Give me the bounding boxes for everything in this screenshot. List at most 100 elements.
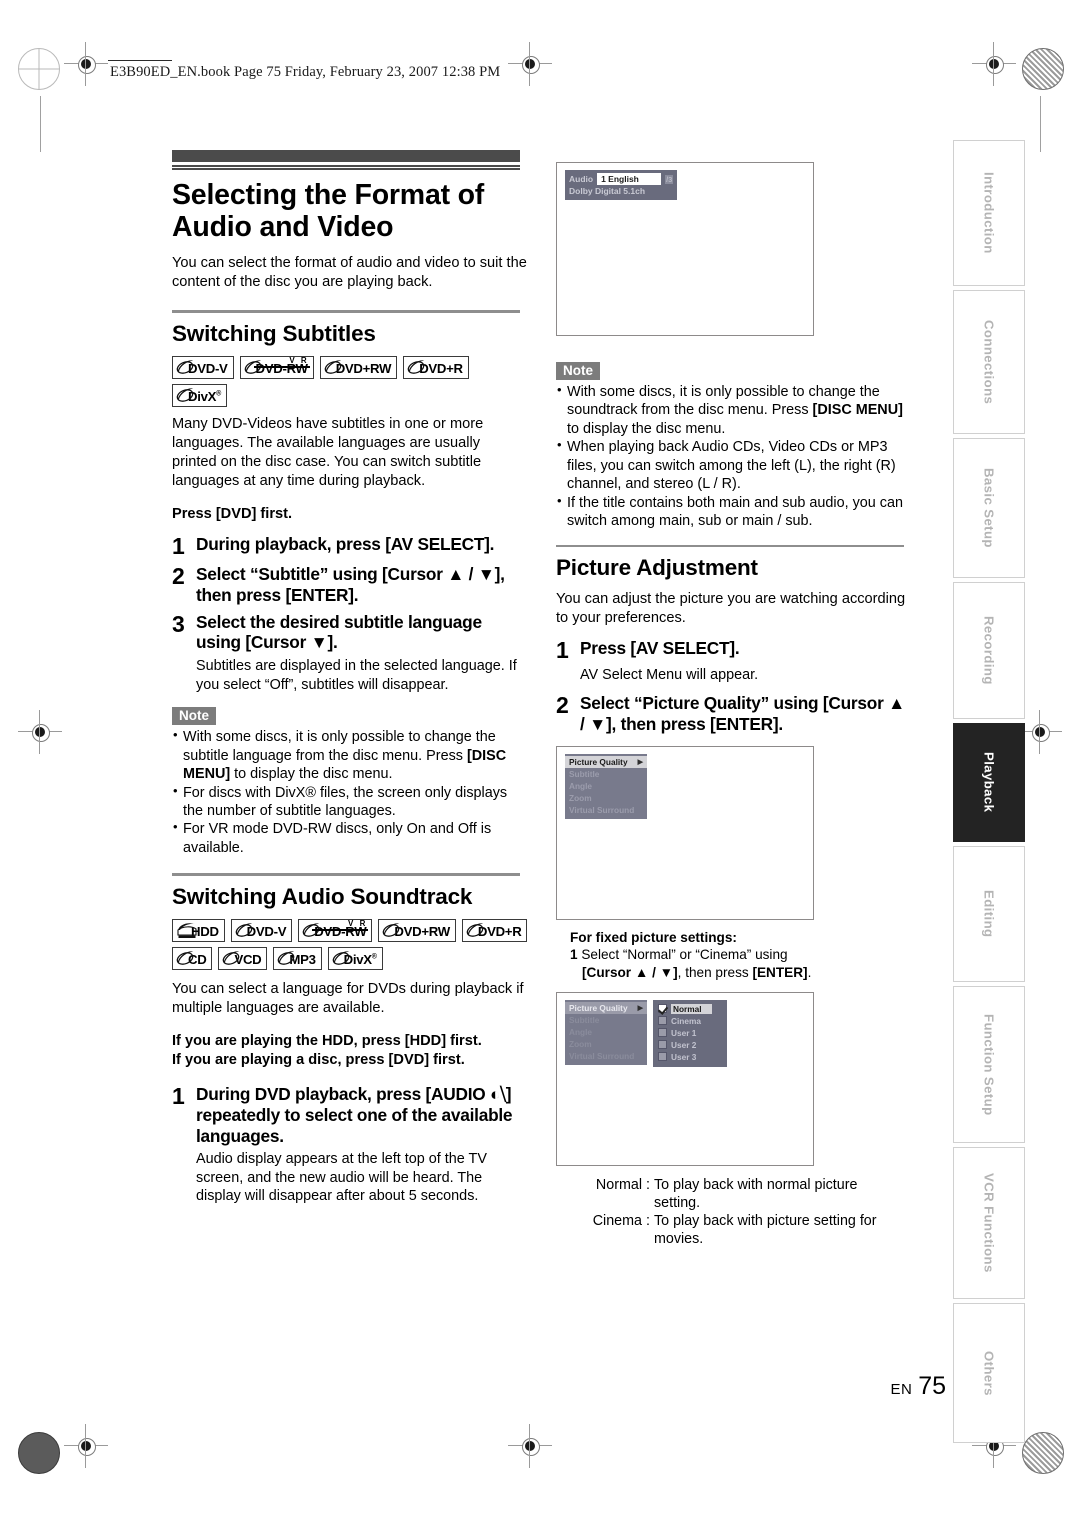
trim-line-right xyxy=(1040,96,1041,152)
picture-quality-option-cinema[interactable]: Cinema xyxy=(658,1016,721,1026)
tv-screen-audio-display: Audio 1 English /3 Dolby Digital 5.1ch xyxy=(556,162,814,336)
disc-swoosh-icon xyxy=(407,357,425,378)
step-text: During playback, press [AV SELECT]. xyxy=(196,533,495,554)
picture-quality-option-user-2[interactable]: User 2 xyxy=(658,1040,721,1050)
registration-mark-bottom-left xyxy=(18,1432,60,1474)
section-divider-subtitles xyxy=(172,310,520,313)
crop-mark-top-left xyxy=(64,42,108,86)
vr-mode-label: V R xyxy=(348,918,368,928)
step-text: During DVD playback, press [AUDIO ◐⧹] re… xyxy=(196,1083,513,1146)
definition-colon: : xyxy=(646,1213,650,1230)
osd-menu-item-subtitle[interactable]: Subtitle xyxy=(565,768,647,780)
page-title: Selecting the Format of Audio and Video xyxy=(172,179,485,244)
chapter-tab-label: Playback xyxy=(981,752,997,813)
picture-quality-option-label: User 3 xyxy=(671,1051,697,1062)
checkbox-icon[interactable] xyxy=(658,1052,667,1062)
checkbox-checked-icon[interactable] xyxy=(658,1004,667,1014)
osd-audio-value: 1 English xyxy=(597,173,662,185)
chapter-tab-editing[interactable]: Editing xyxy=(953,846,1025,982)
picture-quality-option-user-3[interactable]: User 3 xyxy=(658,1052,721,1062)
step-item: 1 During DVD playback, press [AUDIO ◐⧹] … xyxy=(172,1084,528,1147)
checkbox-icon[interactable] xyxy=(658,1040,667,1050)
disc-badge-cd: CD xyxy=(172,946,213,970)
chapter-tab-basic-setup[interactable]: Basic Setup xyxy=(953,438,1025,578)
osd-menu-item-label: Virtual Surround xyxy=(569,1050,635,1061)
fixed-step-text: Select “Normal” or “Cinema” using xyxy=(581,947,788,963)
chapter-tab-rail: Introduction Connections Basic Setup Record… xyxy=(953,140,1027,1447)
osd-menu-item-virtual-surround[interactable]: Virtual Surround xyxy=(565,1050,647,1062)
disc-swoosh-icon xyxy=(324,357,342,378)
disc-swoosh-icon xyxy=(222,948,240,969)
section-divider-picture xyxy=(556,544,904,547)
osd-menu-item-label: Picture Quality xyxy=(569,757,628,768)
disc-badge-dvd-r: DVD+R xyxy=(403,355,469,379)
step-number: 1 xyxy=(556,636,569,663)
chapter-tab-recording[interactable]: Recording xyxy=(953,582,1025,719)
disc-badge-divx: DivX® xyxy=(327,946,383,970)
chapter-tab-label: VCR Functions xyxy=(981,1173,997,1273)
disc-badge-dvd-v: DVD-V xyxy=(172,355,234,379)
left-column: Selecting the Format of Audio and Video … xyxy=(172,150,528,1219)
osd-menu-item-picture-quality[interactable]: Picture Quality ▶ xyxy=(565,756,647,769)
note-badge: Note xyxy=(172,707,216,726)
osd-menu-item-label: Virtual Surround xyxy=(569,805,635,816)
chapter-tab-function-setup[interactable]: Function Setup xyxy=(953,986,1025,1143)
fixed-step-period: . xyxy=(807,964,812,980)
chapter-tab-playback[interactable]: Playback xyxy=(953,723,1025,842)
checkbox-icon[interactable] xyxy=(658,1028,667,1038)
step-number: 3 xyxy=(172,610,185,637)
book-header-line: E3B90ED_EN.book Page 75 Friday, February… xyxy=(110,64,501,80)
vr-underline xyxy=(312,929,369,932)
chapter-tab-connections[interactable]: Connections xyxy=(953,290,1025,434)
note-emphasis: [DISC MENU] xyxy=(812,402,903,419)
picture-quality-option-normal[interactable]: Normal xyxy=(658,1003,721,1014)
osd-menu-item-angle[interactable]: Angle xyxy=(565,1026,647,1038)
chapter-tab-vcr-functions[interactable]: VCR Functions xyxy=(953,1147,1025,1299)
chapter-tab-label: Editing xyxy=(981,890,997,938)
section-heading-switching-audio-soundtrack: Switching Audio Soundtrack xyxy=(172,883,473,909)
osd-menu-item-subtitle[interactable]: Subtitle xyxy=(565,1014,647,1026)
osd-menu-item-virtual-surround[interactable]: Virtual Surround xyxy=(565,804,647,816)
cursor-key-label: [Cursor ▲ / ▼] xyxy=(582,964,678,980)
note-list-subtitles: With some discs, it is only possible to … xyxy=(172,727,528,857)
footer-language: EN xyxy=(890,1381,913,1398)
definition-row: Normal : To play back with normal pictur… xyxy=(584,1176,912,1194)
note-text-tail: to display the disc menu. xyxy=(567,420,726,437)
definition-term: Cinema xyxy=(592,1213,642,1230)
disc-badge-label: DVD+RW xyxy=(394,923,450,939)
disc-badge-divx: DivX® xyxy=(172,383,227,407)
section-heading-switching-subtitles: Switching Subtitles xyxy=(172,320,376,346)
disc-swoosh-icon xyxy=(176,357,194,378)
osd-menu-item-zoom[interactable]: Zoom xyxy=(565,792,647,804)
crop-mark-top-center xyxy=(508,42,552,86)
picture-quality-option-label: Cinema xyxy=(671,1015,701,1026)
chevron-right-icon: ▶ xyxy=(637,1004,643,1012)
tv-screen-av-select-menu: Picture Quality ▶ Subtitle Angle Zoom Virtual… xyxy=(556,746,814,921)
disc-swoosh-icon xyxy=(382,920,400,941)
step-number: 2 xyxy=(556,692,569,719)
disc-badge-dvd-rw: DVD+RW xyxy=(319,355,398,379)
osd-audio-count: /3 xyxy=(665,174,674,184)
registration-mark-top-left xyxy=(18,48,60,90)
step-detail: AV Select Menu will appear. xyxy=(580,666,759,683)
step-number: 1 xyxy=(172,532,185,559)
checkbox-icon[interactable] xyxy=(658,1016,667,1026)
osd-menu-item-picture-quality[interactable]: Picture Quality ▶ xyxy=(565,1001,647,1014)
chapter-rule-1 xyxy=(172,165,520,167)
definition-colon: : xyxy=(646,1176,650,1193)
chapter-tab-introduction[interactable]: Introduction xyxy=(953,140,1025,286)
disc-badge-dvd-rw: DVD+RW xyxy=(378,918,456,942)
osd-menu-item-label: Picture Quality xyxy=(569,1002,628,1013)
osd-menu-av-select: Picture Quality ▶ Subtitle Angle Zoom Virtual… xyxy=(565,754,647,820)
disc-badge-group-audio: HDDDVD-VDVD-RWV R DVD+RW DVD+R CDVCDMP3DivX… xyxy=(172,918,528,970)
crop-mark-top-right xyxy=(972,42,1016,86)
picture-quality-option-label: User 2 xyxy=(671,1039,697,1050)
osd-menu-item-angle[interactable]: Angle xyxy=(565,780,647,792)
disc-swoosh-icon xyxy=(176,948,194,969)
subtitles-press-first: Press [DVD] first. xyxy=(172,505,293,522)
picture-quality-option-user-1[interactable]: User 1 xyxy=(658,1028,721,1038)
disc-badge-label: DVD+R xyxy=(419,360,463,376)
osd-menu-item-zoom[interactable]: Zoom xyxy=(565,1038,647,1050)
note-badge: Note xyxy=(556,362,600,380)
chapter-tab-label: Function Setup xyxy=(981,1013,997,1116)
